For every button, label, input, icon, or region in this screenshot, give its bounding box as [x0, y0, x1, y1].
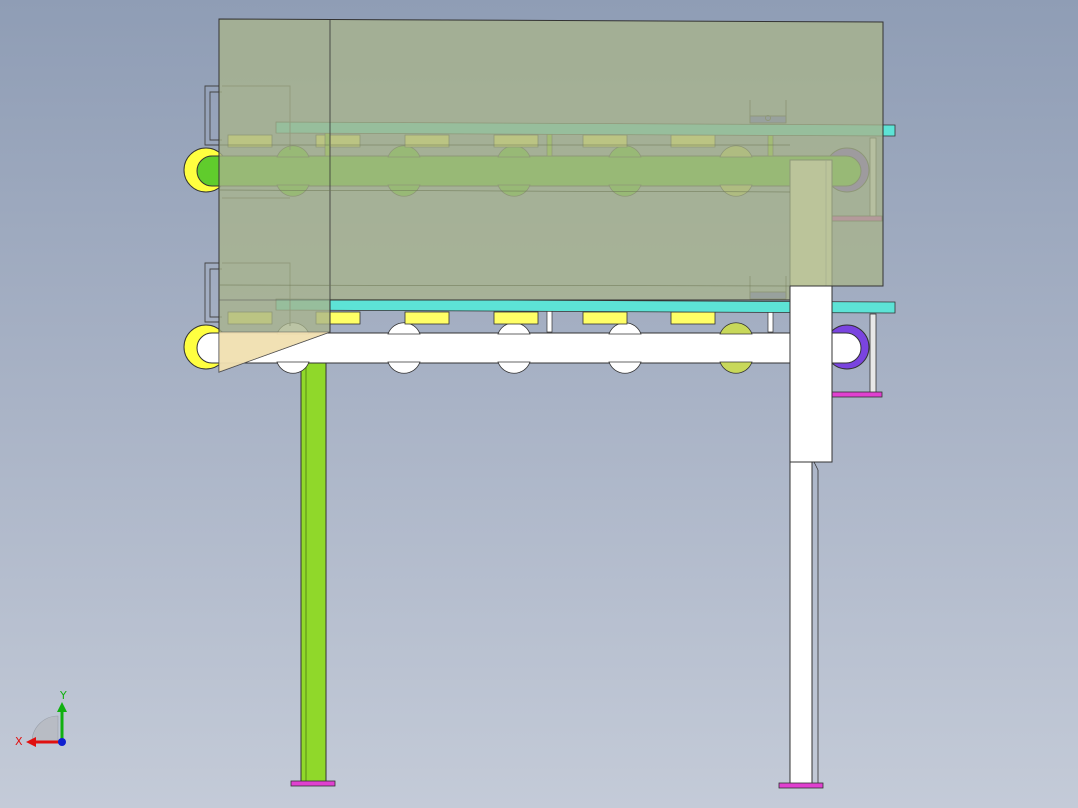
model-canvas[interactable]: Y X: [0, 0, 1078, 808]
x-axis-label: X: [15, 735, 23, 748]
cad-viewport[interactable]: Y X: [0, 0, 1078, 808]
axis-triad: Y X: [15, 689, 67, 748]
right-foot-plate: [778, 782, 824, 789]
left-foot-plate: [290, 780, 336, 787]
z-axis-dot: [58, 738, 66, 746]
right-leg[interactable]: [778, 457, 824, 789]
y-axis-label: Y: [59, 689, 67, 702]
left-leg[interactable]: [290, 357, 336, 787]
